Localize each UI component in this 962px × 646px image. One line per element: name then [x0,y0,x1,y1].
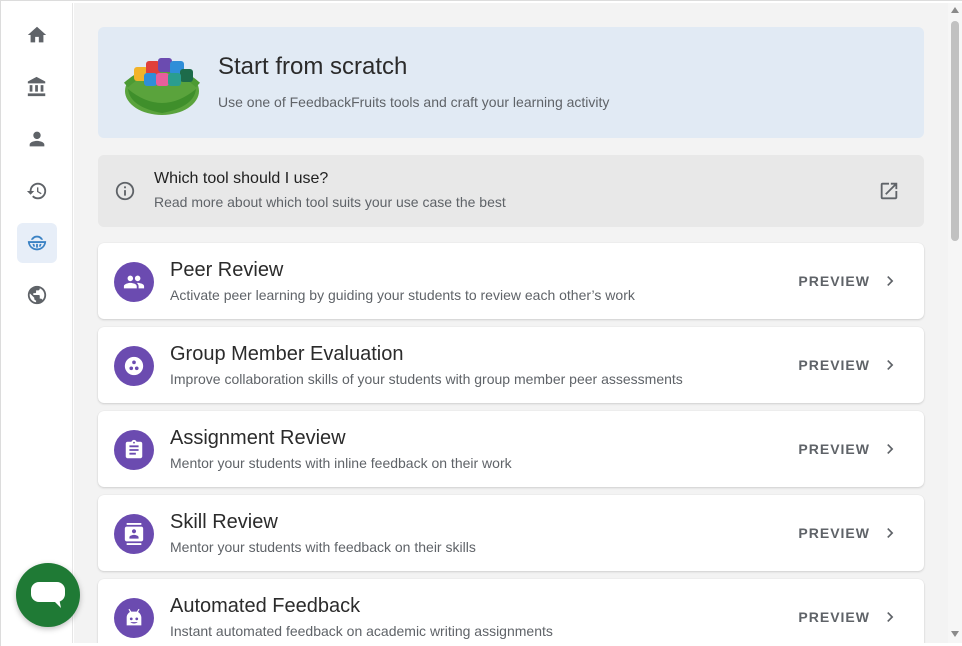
preview-button[interactable]: PREVIEW [798,521,900,545]
tool-title: Skill Review [170,511,278,533]
info-title: Which tool should I use? [154,170,329,187]
preview-label: PREVIEW [798,441,870,457]
preview-button[interactable]: PREVIEW [798,437,900,461]
page-scrollbar[interactable] [948,3,962,643]
tool-description: Activate peer learning by guiding your s… [170,287,635,303]
tool-card-automated-feedback[interactable]: Automated Feedback Instant automated fee… [98,579,924,643]
preview-label: PREVIEW [798,273,870,289]
tool-card-peer-review[interactable]: Peer Review Activate peer learning by gu… [98,243,924,319]
tool-icon-badge [114,262,154,302]
preview-button[interactable]: PREVIEW [798,605,900,629]
chevron-right-icon [887,276,894,286]
preview-label: PREVIEW [798,609,870,625]
info-subtitle: Read more about which tool suits your us… [154,194,506,210]
chevron-right-icon [887,528,894,538]
fruit-basket-icon [27,235,47,251]
tool-title: Assignment Review [170,427,346,449]
sidebar-item-history[interactable] [17,171,57,211]
tool-title: Group Member Evaluation [170,343,404,365]
sidebar-item-tools[interactable] [17,223,57,263]
tool-icon-badge [114,514,154,554]
preview-button[interactable]: PREVIEW [798,269,900,293]
fruit-basket-logo-icon [124,58,200,115]
preview-label: PREVIEW [798,357,870,373]
tool-icon-badge [114,346,154,386]
sidebar-item-institution[interactable] [17,67,57,107]
chevron-right-icon [887,444,894,454]
tool-card-skill-review[interactable]: Skill Review Mentor your students with f… [98,495,924,571]
tool-description: Mentor your students with inline feedbac… [170,455,512,471]
people-icon [123,275,145,289]
tool-card-group-member-evaluation[interactable]: Group Member Evaluation Improve collabor… [98,327,924,403]
open-in-new-icon[interactable] [878,180,900,202]
chat-support-button[interactable] [16,563,80,627]
sidebar-nav [1,3,73,643]
tool-description: Improve collaboration skills of your stu… [170,371,683,387]
group-circle-icon [124,356,144,376]
tool-description: Mentor your students with feedback on th… [170,539,476,555]
tool-icon-badge [114,430,154,470]
hero-subtitle: Use one of FeedbackFruits tools and craf… [218,94,610,110]
tool-description: Instant automated feedback on academic w… [170,623,553,639]
chevron-right-icon [887,360,894,370]
sidebar-item-home[interactable] [17,15,57,55]
hero-title: Start from scratch [218,53,408,80]
which-tool-info-link[interactable]: Which tool should I use? Read more about… [98,155,924,227]
chevron-right-icon [887,612,894,622]
start-from-scratch-banner: Start from scratch Use one of FeedbackFr… [98,27,924,138]
info-icon [115,181,135,201]
preview-label: PREVIEW [798,525,870,541]
history-icon [26,182,47,200]
contact-card-icon [124,523,144,545]
sidebar-item-profile[interactable] [17,119,57,159]
scrollbar-thumb[interactable] [951,21,959,241]
home-icon [27,26,47,43]
person-icon [29,131,45,147]
tool-title: Automated Feedback [170,595,361,617]
scroll-down-arrow-icon[interactable] [951,631,959,637]
tool-card-assignment-review[interactable]: Assignment Review Mentor your students w… [98,411,924,487]
preview-button[interactable]: PREVIEW [798,353,900,377]
globe-icon [27,285,47,305]
tool-icon-badge [114,598,154,638]
tool-title: Peer Review [170,259,284,281]
chat-bubble-icon [31,582,65,608]
main-content: Start from scratch Use one of FeedbackFr… [74,3,948,643]
scroll-up-arrow-icon[interactable] [951,7,959,13]
clipboard-icon [125,439,143,459]
sidebar-item-public[interactable] [17,275,57,315]
institution-icon [27,76,46,97]
robot-icon [126,608,142,626]
